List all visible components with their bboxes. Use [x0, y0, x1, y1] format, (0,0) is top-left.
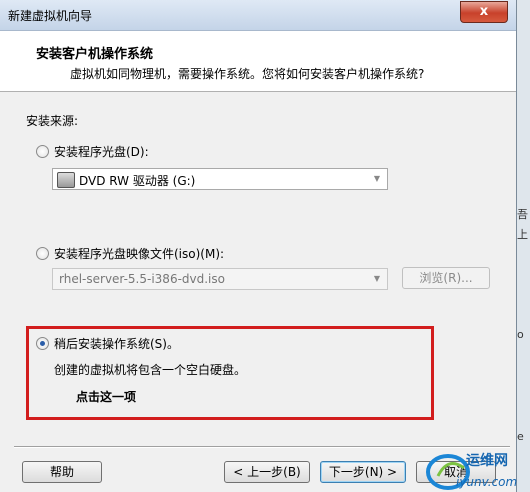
chevron-down-icon: ▼: [373, 274, 381, 283]
background-text: o: [517, 328, 524, 341]
title-bar[interactable]: 新建虚拟机向导 x: [0, 0, 516, 31]
page-title: 安装客户机操作系统: [36, 47, 154, 62]
wizard-header: 安装客户机操作系统 虚拟机如同物理机，需要操作系统。您将如何安装客户机操作系统?: [0, 31, 516, 92]
iso-path-value: rhel-server-5.5-i386-dvd.iso: [59, 272, 225, 286]
iso-radio[interactable]: [36, 247, 49, 260]
chevron-down-icon: ▼: [373, 174, 381, 183]
background-text: e: [517, 430, 524, 443]
iso-option-label[interactable]: 安装程序光盘映像文件(iso)(M):: [54, 245, 224, 262]
watermark-url: iyunv.com: [456, 475, 518, 489]
background-text: 吾: [517, 208, 528, 221]
disc-option-label[interactable]: 安装程序光盘(D):: [54, 143, 149, 160]
watermark-text: 运维网: [466, 453, 508, 469]
close-button[interactable]: x: [460, 1, 508, 23]
wizard-window: 新建虚拟机向导 x 安装客户机操作系统 虚拟机如同物理机，需要操作系统。您将如何…: [0, 0, 517, 492]
browse-button[interactable]: 浏览(R)...: [402, 267, 490, 289]
next-button[interactable]: 下一步(N) >: [320, 461, 406, 483]
drive-select-value: DVD RW 驱动器 (G:): [79, 174, 196, 188]
annotation-text: 点击这一项: [76, 390, 137, 404]
help-button[interactable]: 帮助: [22, 461, 102, 483]
iso-path-select[interactable]: rhel-server-5.5-i386-dvd.iso ▼: [52, 268, 388, 290]
back-button[interactable]: < 上一步(B): [224, 461, 310, 483]
background-window-strip: [517, 0, 530, 492]
page-subtitle: 虚拟机如同物理机，需要操作系统。您将如何安装客户机操作系统?: [70, 67, 425, 81]
drive-select[interactable]: DVD RW 驱动器 (G:) ▼: [52, 168, 388, 190]
window-title: 新建虚拟机向导: [8, 9, 93, 23]
source-label: 安装来源:: [26, 114, 79, 128]
disc-radio[interactable]: [36, 145, 49, 158]
background-text: 上: [517, 228, 528, 241]
dvd-drive-icon: [57, 172, 75, 188]
annotation-box: [26, 326, 434, 420]
